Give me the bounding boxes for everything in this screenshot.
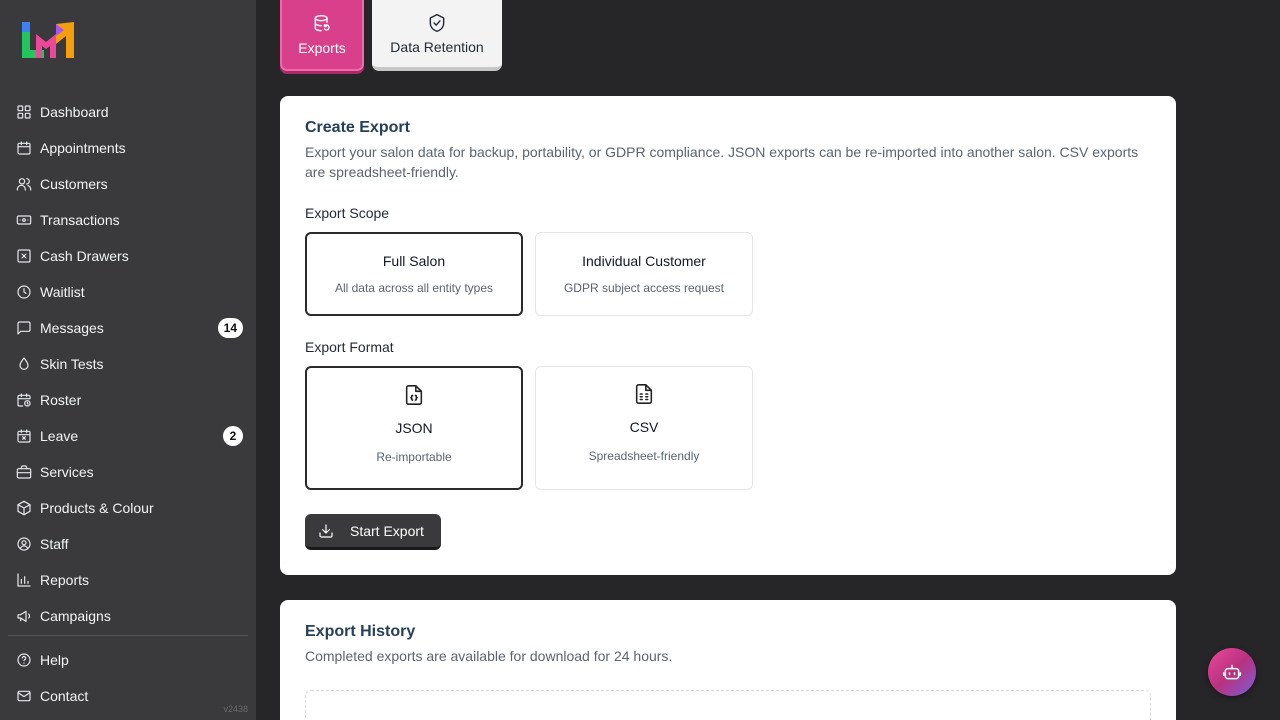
sidebar-item-label: Waitlist bbox=[40, 284, 85, 300]
option-subtitle: All data across all entity types bbox=[334, 281, 494, 295]
messages-count-badge: 14 bbox=[217, 318, 243, 338]
sidebar-item-roster[interactable]: Roster bbox=[8, 382, 248, 418]
sidebar-item-label: Messages bbox=[40, 320, 104, 336]
package-icon bbox=[16, 500, 32, 516]
sidebar-item-messages[interactable]: Messages 14 bbox=[8, 310, 248, 346]
calendar-clock-icon bbox=[16, 392, 32, 408]
bar-chart-icon bbox=[16, 572, 32, 588]
sidebar-item-label: Dashboard bbox=[40, 104, 109, 120]
export-format-label: Export Format bbox=[305, 339, 394, 355]
export-history-description: Completed exports are available for down… bbox=[305, 648, 673, 664]
create-export-description: Export your salon data for backup, porta… bbox=[305, 144, 1139, 180]
sidebar-item-staff[interactable]: Staff bbox=[8, 526, 248, 562]
users-icon bbox=[16, 176, 32, 192]
download-icon bbox=[319, 523, 333, 538]
file-json-icon bbox=[405, 385, 423, 405]
option-subtitle: Re-importable bbox=[376, 450, 452, 464]
sidebar-item-help[interactable]: Help bbox=[8, 642, 248, 678]
sidebar-item-contact[interactable]: Contact bbox=[8, 678, 248, 714]
bot-icon bbox=[1222, 664, 1242, 680]
shield-check-icon bbox=[429, 13, 445, 32]
sidebar-nav: Dashboard Appointments Customers Transac… bbox=[8, 94, 248, 634]
briefcase-icon bbox=[16, 464, 32, 480]
sidebar-item-label: Appointments bbox=[40, 140, 126, 156]
square-x-icon bbox=[16, 248, 32, 264]
option-title: JSON bbox=[395, 420, 433, 436]
app-version: v2438 bbox=[223, 704, 248, 714]
sidebar-item-label: Transactions bbox=[40, 212, 120, 228]
sidebar-item-campaigns[interactable]: Campaigns bbox=[8, 598, 248, 634]
sidebar-item-reports[interactable]: Reports bbox=[8, 562, 248, 598]
option-title: Full Salon bbox=[382, 253, 446, 269]
help-circle-icon bbox=[16, 652, 32, 668]
option-title: CSV bbox=[629, 419, 659, 435]
leave-count-badge: 2 bbox=[223, 426, 243, 446]
start-export-label: Start Export bbox=[350, 522, 424, 539]
clock-icon bbox=[16, 284, 32, 300]
sidebar-item-products-colour[interactable]: Products & Colour bbox=[8, 490, 248, 526]
option-subtitle: Spreadsheet-friendly bbox=[588, 449, 700, 463]
sidebar-item-cash-drawers[interactable]: Cash Drawers bbox=[8, 238, 248, 274]
export-scope-label: Export Scope bbox=[305, 205, 390, 221]
sidebar-item-label: Contact bbox=[40, 688, 89, 704]
megaphone-icon bbox=[16, 608, 32, 624]
sidebar-item-customers[interactable]: Customers bbox=[8, 166, 248, 202]
format-option-json[interactable]: JSON Re-importable bbox=[305, 366, 523, 490]
export-history-list bbox=[305, 690, 1151, 720]
export-history-title: Export History bbox=[305, 623, 416, 640]
grid-icon bbox=[16, 104, 32, 120]
sidebar-item-label: Staff bbox=[40, 536, 69, 552]
tab-exports[interactable]: Exports bbox=[280, 0, 364, 71]
calendar-icon bbox=[16, 140, 32, 156]
sidebar: Dashboard Appointments Customers Transac… bbox=[0, 0, 256, 720]
sidebar-item-label: Customers bbox=[40, 176, 108, 192]
user-circle-icon bbox=[16, 536, 32, 552]
tab-label: Exports bbox=[298, 39, 346, 56]
sidebar-bottom-nav: Help Contact bbox=[8, 642, 248, 714]
droplet-icon bbox=[16, 356, 32, 372]
sidebar-item-label: Leave bbox=[40, 428, 79, 444]
option-title: Individual Customer bbox=[582, 253, 706, 269]
sidebar-item-dashboard[interactable]: Dashboard bbox=[8, 94, 248, 130]
sidebar-item-label: Products & Colour bbox=[40, 500, 154, 516]
message-icon bbox=[16, 320, 32, 336]
sidebar-item-label: Reports bbox=[40, 572, 90, 588]
sidebar-item-appointments[interactable]: Appointments bbox=[8, 130, 248, 166]
sidebar-item-transactions[interactable]: Transactions bbox=[8, 202, 248, 238]
sidebar-item-label: Roster bbox=[40, 392, 82, 408]
sidebar-item-label: Skin Tests bbox=[40, 356, 104, 372]
sidebar-item-label: Campaigns bbox=[40, 608, 111, 624]
tab-label: Data Retention bbox=[390, 38, 484, 55]
assistant-button[interactable] bbox=[1208, 648, 1256, 696]
sidebar-item-waitlist[interactable]: Waitlist bbox=[8, 274, 248, 310]
calendar-x-icon bbox=[16, 428, 32, 444]
export-history-card: Export History Completed exports are ava… bbox=[280, 600, 1176, 720]
mail-icon bbox=[16, 688, 32, 704]
format-option-csv[interactable]: CSV Spreadsheet-friendly bbox=[535, 366, 753, 490]
tab-data-retention[interactable]: Data Retention bbox=[372, 0, 502, 71]
banknote-icon bbox=[16, 212, 32, 228]
database-icon bbox=[314, 14, 330, 31]
scope-option-individual-customer[interactable]: Individual Customer GDPR subject access … bbox=[535, 232, 753, 316]
sidebar-item-label: Cash Drawers bbox=[40, 248, 129, 264]
create-export-card: Create Export Export your salon data for… bbox=[280, 96, 1176, 575]
create-export-title: Create Export bbox=[305, 119, 410, 136]
sidebar-item-skin-tests[interactable]: Skin Tests bbox=[8, 346, 248, 382]
sidebar-item-leave[interactable]: Leave 2 bbox=[8, 418, 248, 454]
sidebar-item-label: Services bbox=[40, 464, 94, 480]
sidebar-divider bbox=[8, 635, 248, 636]
sidebar-item-label: Help bbox=[40, 652, 69, 668]
brand-logo[interactable] bbox=[20, 20, 76, 60]
file-spreadsheet-icon bbox=[635, 384, 653, 404]
sidebar-item-services[interactable]: Services bbox=[8, 454, 248, 490]
start-export-button[interactable]: Start Export bbox=[305, 514, 441, 550]
scope-option-full-salon[interactable]: Full Salon All data across all entity ty… bbox=[305, 232, 523, 316]
option-subtitle: GDPR subject access request bbox=[563, 281, 725, 295]
